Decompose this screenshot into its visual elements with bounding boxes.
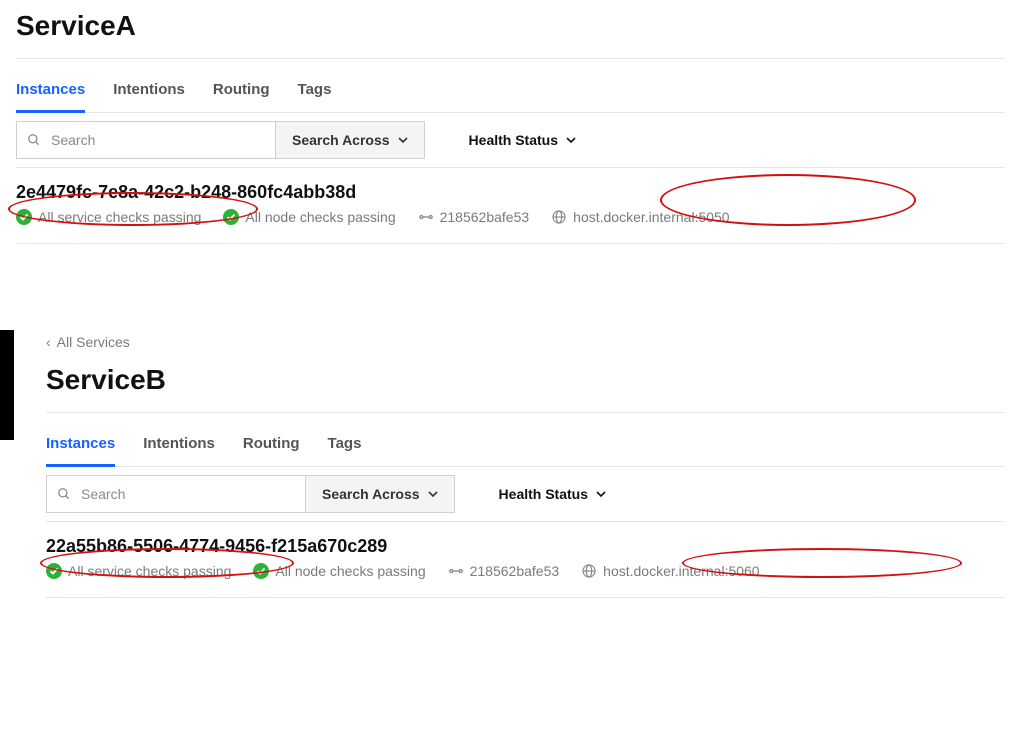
- search-across-dropdown[interactable]: Search Across: [306, 475, 455, 513]
- node-icon: [418, 209, 434, 225]
- toolbar: Search Across Health Status: [16, 113, 1004, 168]
- chevron-down-icon: [566, 135, 576, 145]
- divider: [16, 58, 1004, 59]
- back-link-all-services[interactable]: ‹ All Services: [46, 334, 130, 350]
- search-icon: [27, 133, 41, 147]
- tabs: Instances Intentions Routing Tags: [16, 71, 1004, 113]
- globe-icon: [551, 209, 567, 225]
- node-checks-status: All node checks passing: [253, 563, 425, 579]
- tab-intentions[interactable]: Intentions: [143, 425, 215, 466]
- node-icon: [448, 563, 464, 579]
- search-input[interactable]: [49, 131, 265, 149]
- tab-routing[interactable]: Routing: [213, 71, 270, 112]
- instance-address: host.docker.internal:5060: [581, 563, 759, 579]
- search-box[interactable]: [16, 121, 276, 159]
- instance-meta: All service checks passing All node chec…: [46, 563, 1004, 579]
- node-name-text: 218562bafe53: [440, 209, 530, 225]
- instance-row[interactable]: 2e4479fc-7e8a-42c2-b248-860fc4abb38d All…: [16, 168, 1004, 244]
- tab-intentions[interactable]: Intentions: [113, 71, 185, 112]
- instance-meta: All service checks passing All node chec…: [16, 209, 1004, 225]
- service-b-panel: ‹ All Services ServiceB Instances Intent…: [46, 330, 1020, 598]
- health-status-dropdown[interactable]: Health Status: [453, 121, 592, 159]
- service-checks-status: All service checks passing: [46, 563, 231, 579]
- tab-tags[interactable]: Tags: [298, 71, 332, 112]
- tab-tags[interactable]: Tags: [328, 425, 362, 466]
- tab-routing[interactable]: Routing: [243, 425, 300, 466]
- toolbar: Search Across Health Status: [46, 467, 1004, 522]
- tab-instances[interactable]: Instances: [46, 425, 115, 466]
- service-checks-text: All service checks passing: [38, 209, 201, 225]
- health-status-label: Health Status: [499, 486, 588, 502]
- search-across-label: Search Across: [322, 486, 420, 502]
- search-icon: [57, 487, 71, 501]
- health-status-label: Health Status: [469, 132, 558, 148]
- node-checks-status: All node checks passing: [223, 209, 395, 225]
- health-status-dropdown[interactable]: Health Status: [483, 475, 622, 513]
- chevron-down-icon: [596, 489, 606, 499]
- divider: [46, 412, 1004, 413]
- service-a-panel: ServiceA Instances Intentions Routing Ta…: [0, 10, 1020, 244]
- chevron-down-icon: [428, 489, 438, 499]
- node-name-text: 218562bafe53: [470, 563, 560, 579]
- tabs: Instances Intentions Routing Tags: [46, 425, 1004, 467]
- search-input[interactable]: [79, 485, 295, 503]
- search-box[interactable]: [46, 475, 306, 513]
- chevron-left-icon: ‹: [46, 334, 51, 350]
- instance-row[interactable]: 22a55b86-5506-4774-9456-f215a670c289 All…: [46, 522, 1004, 598]
- instance-id: 2e4479fc-7e8a-42c2-b248-860fc4abb38d: [16, 182, 1004, 203]
- search-across-dropdown[interactable]: Search Across: [276, 121, 425, 159]
- node-checks-text: All node checks passing: [245, 209, 395, 225]
- tab-instances[interactable]: Instances: [16, 71, 85, 112]
- address-text: host.docker.internal:5060: [603, 563, 759, 579]
- service-checks-text: All service checks passing: [68, 563, 231, 579]
- back-link-text: All Services: [57, 334, 130, 350]
- left-bar: [0, 330, 14, 440]
- service-title: ServiceB: [46, 364, 1004, 396]
- check-icon: [253, 563, 269, 579]
- chevron-down-icon: [398, 135, 408, 145]
- globe-icon: [581, 563, 597, 579]
- service-title: ServiceA: [16, 10, 1004, 42]
- search-across-label: Search Across: [292, 132, 390, 148]
- instance-id: 22a55b86-5506-4774-9456-f215a670c289: [46, 536, 1004, 557]
- node-name: 218562bafe53: [418, 209, 530, 225]
- check-icon: [46, 563, 62, 579]
- check-icon: [16, 209, 32, 225]
- node-checks-text: All node checks passing: [275, 563, 425, 579]
- service-b-wrap: ‹ All Services ServiceB Instances Intent…: [0, 330, 1020, 598]
- node-name: 218562bafe53: [448, 563, 560, 579]
- address-text: host.docker.internal:5050: [573, 209, 729, 225]
- service-checks-status: All service checks passing: [16, 209, 201, 225]
- instance-address: host.docker.internal:5050: [551, 209, 729, 225]
- check-icon: [223, 209, 239, 225]
